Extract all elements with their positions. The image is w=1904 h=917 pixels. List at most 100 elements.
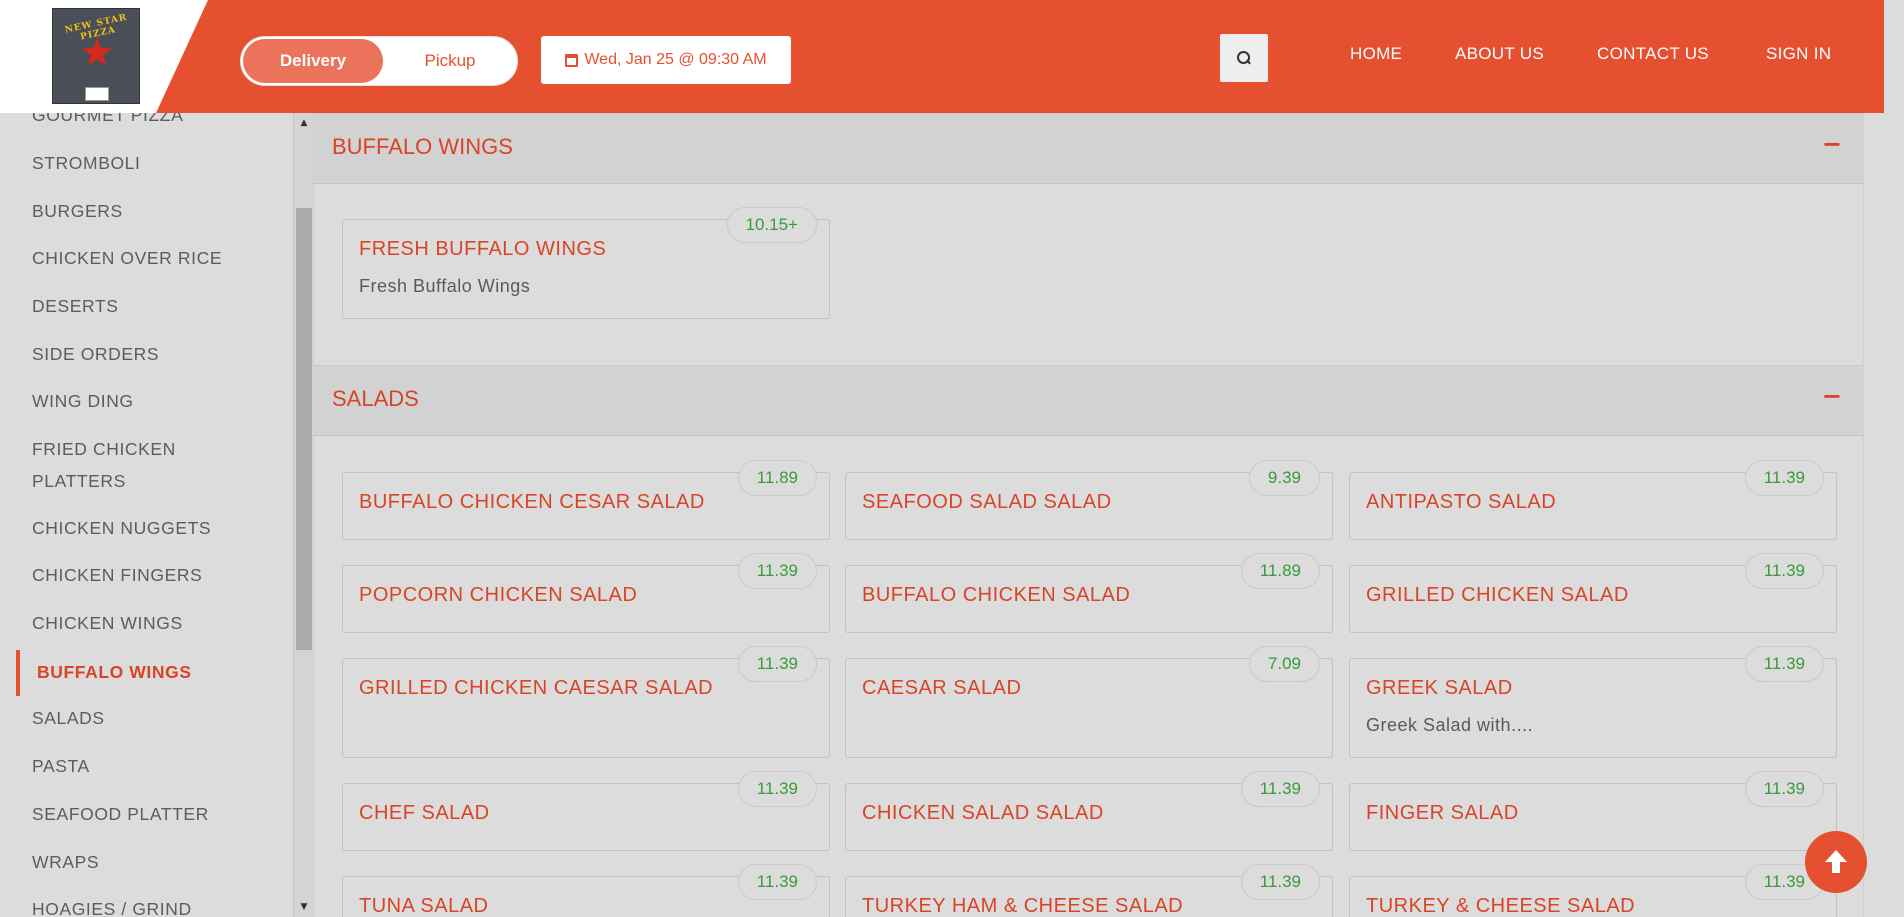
item-name: POPCORN CHICKEN SALAD (359, 584, 638, 606)
sidebar-item-chicken-over-rice[interactable]: CHICKEN OVER RICE (32, 242, 222, 274)
menu-item-card[interactable]: 11.39 GRILLED CHICKEN SALAD (1349, 553, 1837, 633)
calendar-icon (565, 53, 579, 67)
collapse-icon[interactable]: − (1822, 382, 1842, 410)
section-header-salads[interactable]: SALADS − (313, 365, 1864, 436)
section-body-salads: 11.89 BUFFALO CHICKEN CESAR SALAD 9.39 S… (313, 436, 1864, 917)
item-name: CAESAR SALAD (862, 677, 1022, 699)
nav-about-us[interactable]: ABOUT US (1455, 44, 1544, 64)
item-name: ANTIPASTO SALAD (1366, 491, 1557, 513)
sidebar-item-label: FRIED CHICKEN (32, 439, 176, 459)
search-button[interactable] (1220, 34, 1268, 82)
menu-item-card[interactable]: 11.39 GREEK SALAD Greek Salad with.... (1349, 646, 1837, 758)
logo-emblem (85, 87, 109, 101)
section-header-buffalo-wings[interactable]: BUFFALO WINGS − (313, 113, 1864, 184)
menu-item-card[interactable]: 11.39 TUNA SALAD (342, 864, 830, 917)
sidebar-item-seafood-platter[interactable]: SEAFOOD PLATTER (32, 798, 209, 830)
item-name: BUFFALO CHICKEN CESAR SALAD (359, 491, 705, 513)
menu-item-card[interactable]: 7.09 CAESAR SALAD (845, 646, 1333, 758)
active-indicator (16, 650, 20, 696)
sidebar-item-label: PLATTERS (32, 471, 126, 491)
sidebar-item-wing-ding[interactable]: WING DING (32, 385, 134, 417)
sidebar-item-wraps[interactable]: WRAPS (32, 846, 99, 878)
item-name: TURKEY HAM & CHEESE SALAD (862, 895, 1184, 917)
menu-item-card[interactable]: 11.39 CHICKEN SALAD SALAD (845, 771, 1333, 851)
sidebar-item-chicken-fingers[interactable]: CHICKEN FINGERS (32, 559, 202, 591)
menu-item-card[interactable]: 11.39 TURKEY HAM & CHEESE SALAD (845, 864, 1333, 917)
menu-item-card[interactable]: 10.15+ FRESH BUFFALO WINGS Fresh Buffalo… (342, 207, 830, 319)
site-header: NEW STAR PIZZA ★ Delivery Pickup Wed, Ja… (0, 0, 1884, 113)
price-badge: 11.39 (1744, 646, 1824, 682)
price-badge: 11.89 (737, 460, 817, 496)
item-description: Fresh Buffalo Wings (359, 276, 531, 296)
item-name: FRESH BUFFALO WINGS (359, 238, 607, 260)
sidebar-item-side-orders[interactable]: SIDE ORDERS (32, 338, 159, 370)
menu-item-card[interactable]: 9.39 SEAFOOD SALAD SALAD (845, 460, 1333, 540)
section-title: SALADS (332, 386, 419, 411)
menu-content: BUFFALO WINGS − 10.15+ FRESH BUFFALO WIN… (313, 113, 1864, 917)
sidebar-item-salads[interactable]: SALADS (32, 702, 105, 734)
price-badge: 7.09 (1248, 646, 1320, 682)
item-name: GRILLED CHICKEN CAESAR SALAD (359, 677, 714, 699)
menu-item-card[interactable]: 11.89 BUFFALO CHICKEN CESAR SALAD (342, 460, 830, 540)
price-badge: 11.39 (1240, 864, 1320, 900)
price-badge: 11.39 (1744, 553, 1824, 589)
pickup-toggle-button[interactable]: Pickup (385, 39, 515, 83)
price-badge: 11.39 (737, 646, 817, 682)
menu-item-card[interactable]: 11.39 POPCORN CHICKEN SALAD (342, 553, 830, 633)
sidebar-item-buffalo-wings[interactable]: BUFFALO WINGS (37, 656, 192, 688)
sidebar-item-chicken-nuggets[interactable]: CHICKEN NUGGETS (32, 512, 211, 544)
category-sidebar: GOURMET PIZZA STROMBOLI BURGERS CHICKEN … (0, 113, 293, 917)
sidebar-scrollbar[interactable]: ▲ ▼ (293, 113, 313, 917)
menu-item-card[interactable]: 11.39 FINGER SALAD (1349, 771, 1837, 851)
scroll-up-arrow-icon[interactable]: ▲ (294, 117, 314, 129)
price-badge: 11.89 (1240, 553, 1320, 589)
item-name: GRILLED CHICKEN SALAD (1366, 584, 1629, 606)
price-badge: 11.39 (737, 864, 817, 900)
sidebar-item-hoagies-grind[interactable]: HOAGIES / GRIND (32, 893, 192, 917)
order-datetime-button[interactable]: Wed, Jan 25 @ 09:30 AM (541, 36, 791, 84)
price-badge: 11.39 (1240, 771, 1320, 807)
menu-item-card[interactable]: 11.39 CHEF SALAD (342, 771, 830, 851)
scroll-down-arrow-icon[interactable]: ▼ (294, 901, 314, 913)
item-description: Greek Salad with.... (1366, 715, 1534, 735)
order-datetime-label: Wed, Jan 25 @ 09:30 AM (584, 51, 767, 68)
item-name: GREEK SALAD (1366, 677, 1513, 699)
section-title: BUFFALO WINGS (332, 134, 513, 159)
item-name: TURKEY & CHEESE SALAD (1366, 895, 1636, 917)
sidebar-item-gourmet-pizza[interactable]: GOURMET PIZZA (32, 113, 183, 131)
sidebar-item-chicken-wings[interactable]: CHICKEN WINGS (32, 607, 183, 639)
nav-sign-in[interactable]: SIGN IN (1766, 44, 1831, 64)
item-name: CHEF SALAD (359, 802, 490, 824)
nav-home[interactable]: HOME (1350, 44, 1402, 64)
collapse-icon[interactable]: − (1822, 130, 1842, 158)
menu-item-card[interactable]: 11.39 GRILLED CHICKEN CAESAR SALAD (342, 646, 830, 758)
item-name: BUFFALO CHICKEN SALAD (862, 584, 1131, 606)
logo[interactable]: NEW STAR PIZZA ★ (52, 8, 140, 104)
sidebar-item-deserts[interactable]: DESERTS (32, 290, 119, 322)
order-type-toggle: Delivery Pickup (240, 36, 518, 86)
price-badge: 9.39 (1248, 460, 1320, 496)
sidebar-item-pasta[interactable]: PASTA (32, 750, 90, 782)
sidebar-item-stromboli[interactable]: STROMBOLI (32, 147, 140, 179)
price-badge: 11.39 (737, 553, 817, 589)
section-body-buffalo-wings: 10.15+ FRESH BUFFALO WINGS Fresh Buffalo… (313, 184, 1864, 365)
menu-item-card[interactable]: 11.89 BUFFALO CHICKEN SALAD (845, 553, 1333, 633)
sidebar-item-burgers[interactable]: BURGERS (32, 195, 123, 227)
star-icon: ★ (79, 30, 115, 76)
menu-item-card[interactable]: 11.39 ANTIPASTO SALAD (1349, 460, 1837, 540)
delivery-toggle-button[interactable]: Delivery (243, 39, 383, 83)
back-to-top-button[interactable] (1805, 831, 1867, 893)
item-name: SEAFOOD SALAD SALAD (862, 491, 1112, 513)
item-name: CHICKEN SALAD SALAD (862, 802, 1104, 824)
item-name: FINGER SALAD (1366, 802, 1519, 824)
nav-contact-us[interactable]: CONTACT US (1597, 44, 1709, 64)
price-badge: 11.39 (737, 771, 817, 807)
price-badge: 10.15+ (726, 207, 817, 243)
menu-item-card[interactable]: 11.39 TURKEY & CHEESE SALAD (1349, 864, 1837, 917)
logo-area: NEW STAR PIZZA ★ (0, 0, 208, 113)
arrow-up-icon (1825, 850, 1847, 874)
scrollbar-thumb[interactable] (296, 208, 312, 650)
price-badge: 11.39 (1744, 460, 1824, 496)
sidebar-item-fried-chicken-platters[interactable]: FRIED CHICKEN PLATTERS (32, 433, 176, 497)
search-icon (1237, 51, 1251, 65)
